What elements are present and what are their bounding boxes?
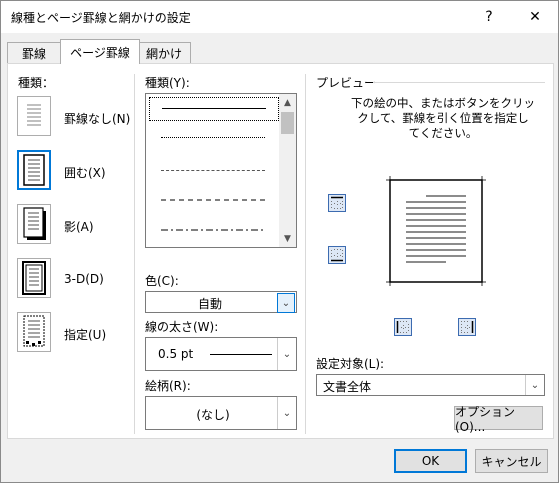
setting-none-button[interactable] — [17, 96, 51, 136]
left-border-icon — [396, 321, 409, 333]
close-icon: ✕ — [529, 9, 541, 25]
setting-box-label[interactable]: 囲む(X) — [64, 164, 106, 181]
bottom-border-toggle[interactable] — [328, 246, 346, 264]
style-scrollbar[interactable]: ▲ ▼ — [279, 94, 296, 247]
help-icon: ? — [485, 9, 493, 25]
tab-page-border-label: ページ罫線 — [70, 45, 130, 60]
preview-instructions: 下の絵の中、またはボタンをクリッ クして、罫線を引く位置を指定し てください。 — [338, 96, 548, 141]
line-style-solid-stroke — [162, 108, 266, 109]
preview-label-rule — [373, 82, 545, 83]
tab-borders[interactable]: 罫線 — [7, 42, 61, 63]
box-border-icon — [23, 154, 45, 186]
separator-right — [305, 74, 306, 434]
width-sample-line — [210, 354, 272, 355]
line-style-fine-dashed[interactable] — [161, 170, 265, 171]
art-label: 絵柄(R): — [145, 379, 191, 393]
right-border-icon — [461, 321, 474, 333]
width-label: 線の太さ(W): — [145, 320, 219, 334]
setting-box-button[interactable] — [17, 150, 51, 190]
setting-3d-button[interactable] — [17, 258, 51, 298]
instruction-line-3: てください。 — [408, 126, 478, 140]
setting-custom-button[interactable] — [17, 312, 51, 352]
ok-button-label: OK — [421, 454, 440, 468]
line-style-solid[interactable] — [149, 97, 279, 121]
style-label: 種類(Y): — [145, 76, 190, 90]
custom-border-icon — [23, 315, 45, 347]
setting-none-label[interactable]: 罫線なし(N) — [64, 110, 130, 127]
3d-border-icon — [22, 261, 46, 295]
cancel-button-label: キャンセル — [481, 454, 542, 469]
line-style-dash-dot[interactable] — [161, 228, 265, 232]
color-value: 自動 — [197, 297, 222, 311]
bottom-border-icon — [331, 249, 343, 262]
tab-shading-label: 網かけ — [145, 46, 182, 61]
chevron-down-icon[interactable]: ⌄ — [277, 338, 296, 370]
scroll-down-icon[interactable]: ▼ — [279, 230, 296, 247]
chevron-down-icon[interactable]: ⌄ — [277, 397, 296, 429]
close-button[interactable]: ✕ — [512, 1, 558, 33]
tab-borders-label: 罫線 — [21, 46, 46, 61]
chevron-down-icon[interactable]: ⌄ — [277, 293, 295, 313]
setting-custom-label[interactable]: 指定(U) — [64, 326, 106, 343]
setting-3d-label[interactable]: 3-D(D) — [64, 272, 104, 286]
ok-button[interactable]: OK — [394, 449, 467, 473]
color-combobox[interactable]: 自動 ⌄ — [145, 291, 297, 313]
width-combobox[interactable]: 0.5 pt ⌄ — [145, 337, 297, 371]
instruction-line-1: 下の絵の中、またはボタンをクリッ — [351, 96, 535, 110]
shadow-border-icon — [23, 207, 46, 240]
right-border-toggle[interactable] — [458, 318, 476, 336]
title-bar: 線種とページ罫線と網かけの設定 ? ✕ — [1, 1, 558, 33]
options-button[interactable]: オプション(O)... — [454, 405, 543, 434]
no-border-icon — [27, 104, 41, 126]
color-label: 色(C): — [145, 274, 179, 288]
setting-shadow-button[interactable] — [17, 204, 51, 244]
setting-shadow-label[interactable]: 影(A) — [64, 218, 94, 235]
setting-label: 種類： — [18, 76, 55, 90]
instruction-line-2: クして、罫線を引く位置を指定し — [357, 111, 529, 125]
top-border-icon — [331, 196, 343, 209]
help-button[interactable]: ? — [466, 1, 512, 33]
cancel-button[interactable]: キャンセル — [475, 449, 548, 473]
separator-left — [134, 74, 135, 434]
art-combobox[interactable]: (なし) ⌄ — [145, 396, 297, 430]
apply-to-label: 設定対象(L): — [316, 357, 385, 371]
line-style-dotted[interactable] — [161, 137, 265, 138]
preview-page-area[interactable] — [376, 168, 496, 294]
borders-and-shading-dialog: 線種とページ罫線と網かけの設定 ? ✕ 罫線 ページ罫線 網かけ 種類： 罫線な… — [0, 0, 559, 483]
dialog-title: 線種とページ罫線と網かけの設定 — [11, 11, 191, 25]
scroll-thumb[interactable] — [281, 112, 294, 134]
chevron-down-icon[interactable]: ⌄ — [525, 375, 544, 395]
art-value: (なし) — [196, 408, 230, 422]
left-border-toggle[interactable] — [394, 318, 412, 336]
tab-shading[interactable]: 網かけ — [137, 42, 191, 63]
style-listbox[interactable]: ▲ ▼ — [145, 93, 297, 248]
page-border-panel: 種類： 罫線なし(N) 囲む(X) 影(A) 3-D(D) 指定(U) 種類(Y… — [7, 63, 554, 439]
scroll-up-icon[interactable]: ▲ — [279, 94, 296, 111]
apply-to-combobox[interactable]: 文書全体 ⌄ — [316, 374, 545, 396]
tab-page-border[interactable]: ページ罫線 — [60, 39, 140, 64]
options-button-label: オプション(O)... — [455, 404, 516, 434]
line-style-dashed[interactable] — [161, 198, 265, 202]
top-border-toggle[interactable] — [328, 194, 346, 212]
apply-to-value: 文書全体 — [323, 380, 372, 394]
width-value: 0.5 pt — [158, 347, 194, 361]
